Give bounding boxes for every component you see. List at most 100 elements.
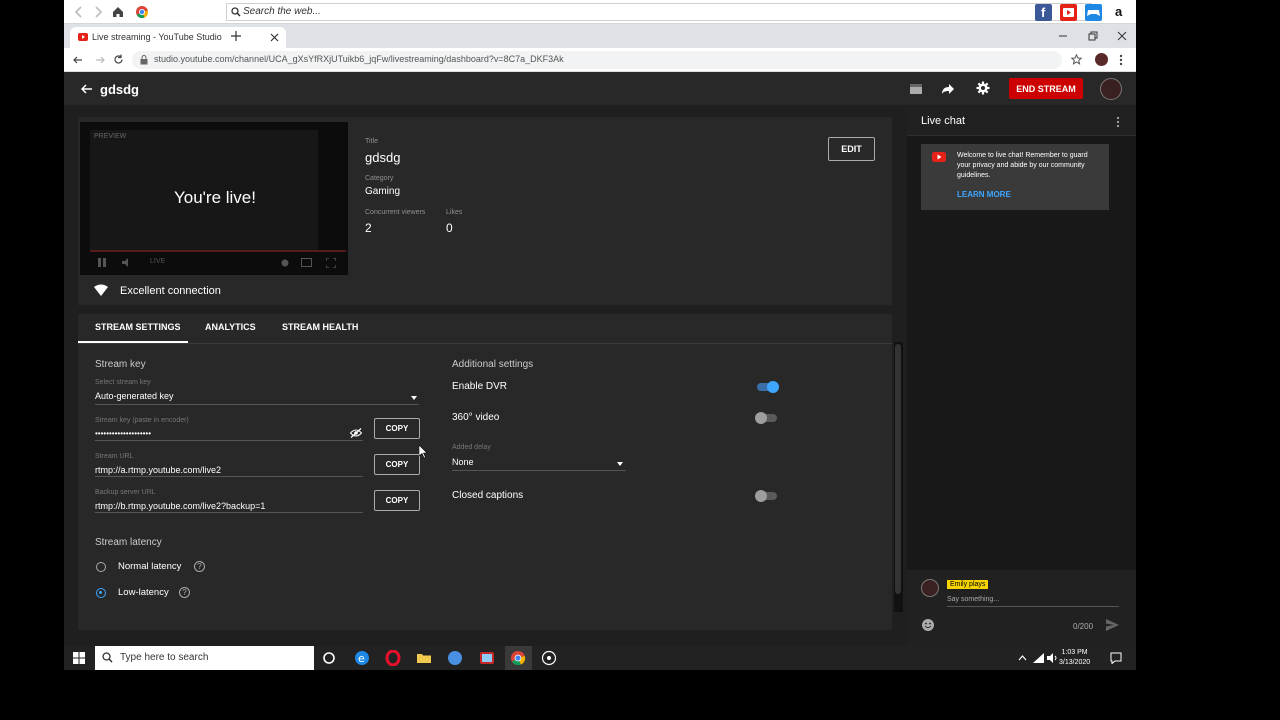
settings-gear-icon[interactable] xyxy=(976,81,990,95)
chat-username-badge: Emily plays xyxy=(947,580,989,589)
dropdown-arrow-icon[interactable] xyxy=(617,462,623,466)
title-label: Title xyxy=(365,138,378,145)
end-stream-button[interactable]: END STREAM xyxy=(1009,78,1083,99)
emoji-icon[interactable] xyxy=(921,618,935,632)
enable-dvr-label: Enable DVR xyxy=(452,381,508,392)
volume-icon[interactable] xyxy=(122,258,132,267)
stream-key-field[interactable]: •••••••••••••••••••• xyxy=(95,429,151,438)
help-icon[interactable]: ? xyxy=(194,561,205,572)
player-settings-icon[interactable] xyxy=(280,258,290,268)
low-latency-radio[interactable] xyxy=(96,588,106,598)
clock-time: 1:03 PM xyxy=(1061,649,1088,656)
profile-avatar[interactable] xyxy=(1095,53,1108,66)
restore-icon[interactable] xyxy=(1088,31,1098,41)
copy-backup-url-button[interactable]: COPY xyxy=(374,490,420,511)
scrollbar-thumb[interactable] xyxy=(895,344,901,594)
web-search-input[interactable]: Search the web... xyxy=(226,3,1092,21)
clapperboard-icon[interactable] xyxy=(909,83,923,95)
bookmark-star-icon[interactable] xyxy=(1071,54,1082,65)
close-tab-icon[interactable] xyxy=(270,33,279,42)
browser-tab[interactable]: Live streaming - YouTube Studio xyxy=(70,27,286,48)
cortana-icon[interactable] xyxy=(321,650,337,666)
file-explorer-icon[interactable] xyxy=(416,650,432,666)
volume-tray-icon[interactable] xyxy=(1047,653,1058,663)
stream-info-panel: PREVIEW You're live! LIVE Title gdsdg Ca… xyxy=(78,117,892,305)
chrome-icon[interactable] xyxy=(135,5,149,19)
taskbar-search-input[interactable]: Type here to search xyxy=(95,646,314,670)
visibility-off-icon[interactable] xyxy=(350,428,362,438)
chat-message-input[interactable]: Say something... xyxy=(947,596,999,603)
stream-url-field[interactable]: rtmp://a.rtmp.youtube.com/live2 xyxy=(95,465,221,475)
fullscreen-icon[interactable] xyxy=(326,258,336,268)
reload-icon[interactable] xyxy=(113,54,124,65)
low-latency-label: Low-latency xyxy=(118,587,169,598)
settings-scrollbar[interactable] xyxy=(894,342,903,612)
media-app-icon[interactable] xyxy=(479,650,495,666)
likes-label: Likes xyxy=(446,209,463,216)
closed-captions-toggle[interactable] xyxy=(755,489,779,503)
share-icon[interactable] xyxy=(941,82,955,96)
amazon-icon[interactable]: a xyxy=(1111,4,1128,21)
preview-badge: PREVIEW xyxy=(94,133,127,140)
added-delay-label: Added delay xyxy=(452,444,491,451)
stream-key-select[interactable]: Auto-generated key xyxy=(95,391,174,401)
tray-chevron-icon[interactable] xyxy=(1018,655,1027,661)
tab-analytics[interactable]: ANALYTICS xyxy=(205,322,256,332)
browser-app-icon[interactable] xyxy=(447,650,463,666)
edit-button[interactable]: EDIT xyxy=(828,137,875,161)
category-value: Gaming xyxy=(365,186,401,197)
normal-latency-label: Normal latency xyxy=(118,561,182,572)
new-tab-icon[interactable] xyxy=(231,31,241,41)
stream-key-label: Stream key (paste in encoder) xyxy=(95,417,189,424)
youtube-icon[interactable] xyxy=(1060,4,1077,21)
url-field[interactable]: studio.youtube.com/channel/UCA_gXsYfRXjU… xyxy=(132,51,1062,69)
channel-avatar[interactable] xyxy=(1100,78,1122,100)
obs-icon[interactable] xyxy=(541,650,557,666)
forward-icon[interactable] xyxy=(95,55,105,65)
backup-url-label: Backup server URL xyxy=(95,489,156,496)
dropdown-arrow-icon[interactable] xyxy=(411,396,417,400)
minimize-icon[interactable] xyxy=(1058,31,1068,41)
enable-dvr-toggle[interactable] xyxy=(755,380,779,394)
back-arrow-icon[interactable] xyxy=(81,83,93,95)
viewers-value: 2 xyxy=(365,221,372,235)
network-icon[interactable] xyxy=(1033,653,1044,663)
stream-preview[interactable]: PREVIEW You're live! LIVE xyxy=(80,122,348,275)
edge-icon[interactable]: e xyxy=(354,650,370,666)
title-value: gdsdg xyxy=(365,150,401,165)
search-toolbar: Search the web... f a xyxy=(64,0,1136,24)
chrome-taskbar-icon[interactable] xyxy=(510,650,526,666)
cast-icon[interactable] xyxy=(301,258,312,267)
added-delay-select[interactable]: None xyxy=(452,457,474,467)
tab-stream-health[interactable]: STREAM HEALTH xyxy=(282,322,358,332)
studio-page: gdsdg END STREAM PREVIEW You're live! LI… xyxy=(64,72,1136,646)
windows-start-icon[interactable] xyxy=(73,652,85,664)
close-window-icon[interactable] xyxy=(1117,31,1127,41)
forward-icon[interactable] xyxy=(91,5,105,19)
chat-menu-icon[interactable] xyxy=(1116,116,1120,128)
system-clock[interactable]: 1:03 PM 3/13/2020 xyxy=(1059,648,1090,668)
notifications-icon[interactable] xyxy=(1110,652,1122,664)
video-360-toggle[interactable] xyxy=(755,411,779,425)
send-icon[interactable] xyxy=(1106,619,1119,631)
char-count: 0/200 xyxy=(1073,622,1094,631)
pause-icon[interactable] xyxy=(98,258,106,267)
opera-icon[interactable] xyxy=(385,650,401,666)
tab-stream-settings[interactable]: STREAM SETTINGS xyxy=(95,322,181,332)
copy-stream-url-button[interactable]: COPY xyxy=(374,454,420,475)
gamepad-icon[interactable] xyxy=(1085,4,1102,21)
video-360-label: 360° video xyxy=(452,412,500,423)
learn-more-link[interactable]: LEARN MORE xyxy=(957,190,1011,199)
additional-settings-heading: Additional settings xyxy=(452,359,534,370)
back-icon[interactable] xyxy=(73,55,83,65)
menu-dots-icon[interactable] xyxy=(1119,54,1123,66)
copy-stream-key-button[interactable]: COPY xyxy=(374,418,420,439)
facebook-icon[interactable]: f xyxy=(1035,4,1052,21)
help-icon[interactable]: ? xyxy=(179,587,190,598)
backup-url-field[interactable]: rtmp://b.rtmp.youtube.com/live2?backup=1 xyxy=(95,501,265,511)
closed-captions-label: Closed captions xyxy=(452,490,524,501)
backup-underline xyxy=(95,512,363,513)
home-icon[interactable] xyxy=(111,5,125,19)
normal-latency-radio[interactable] xyxy=(96,562,106,572)
back-icon[interactable] xyxy=(72,5,86,19)
